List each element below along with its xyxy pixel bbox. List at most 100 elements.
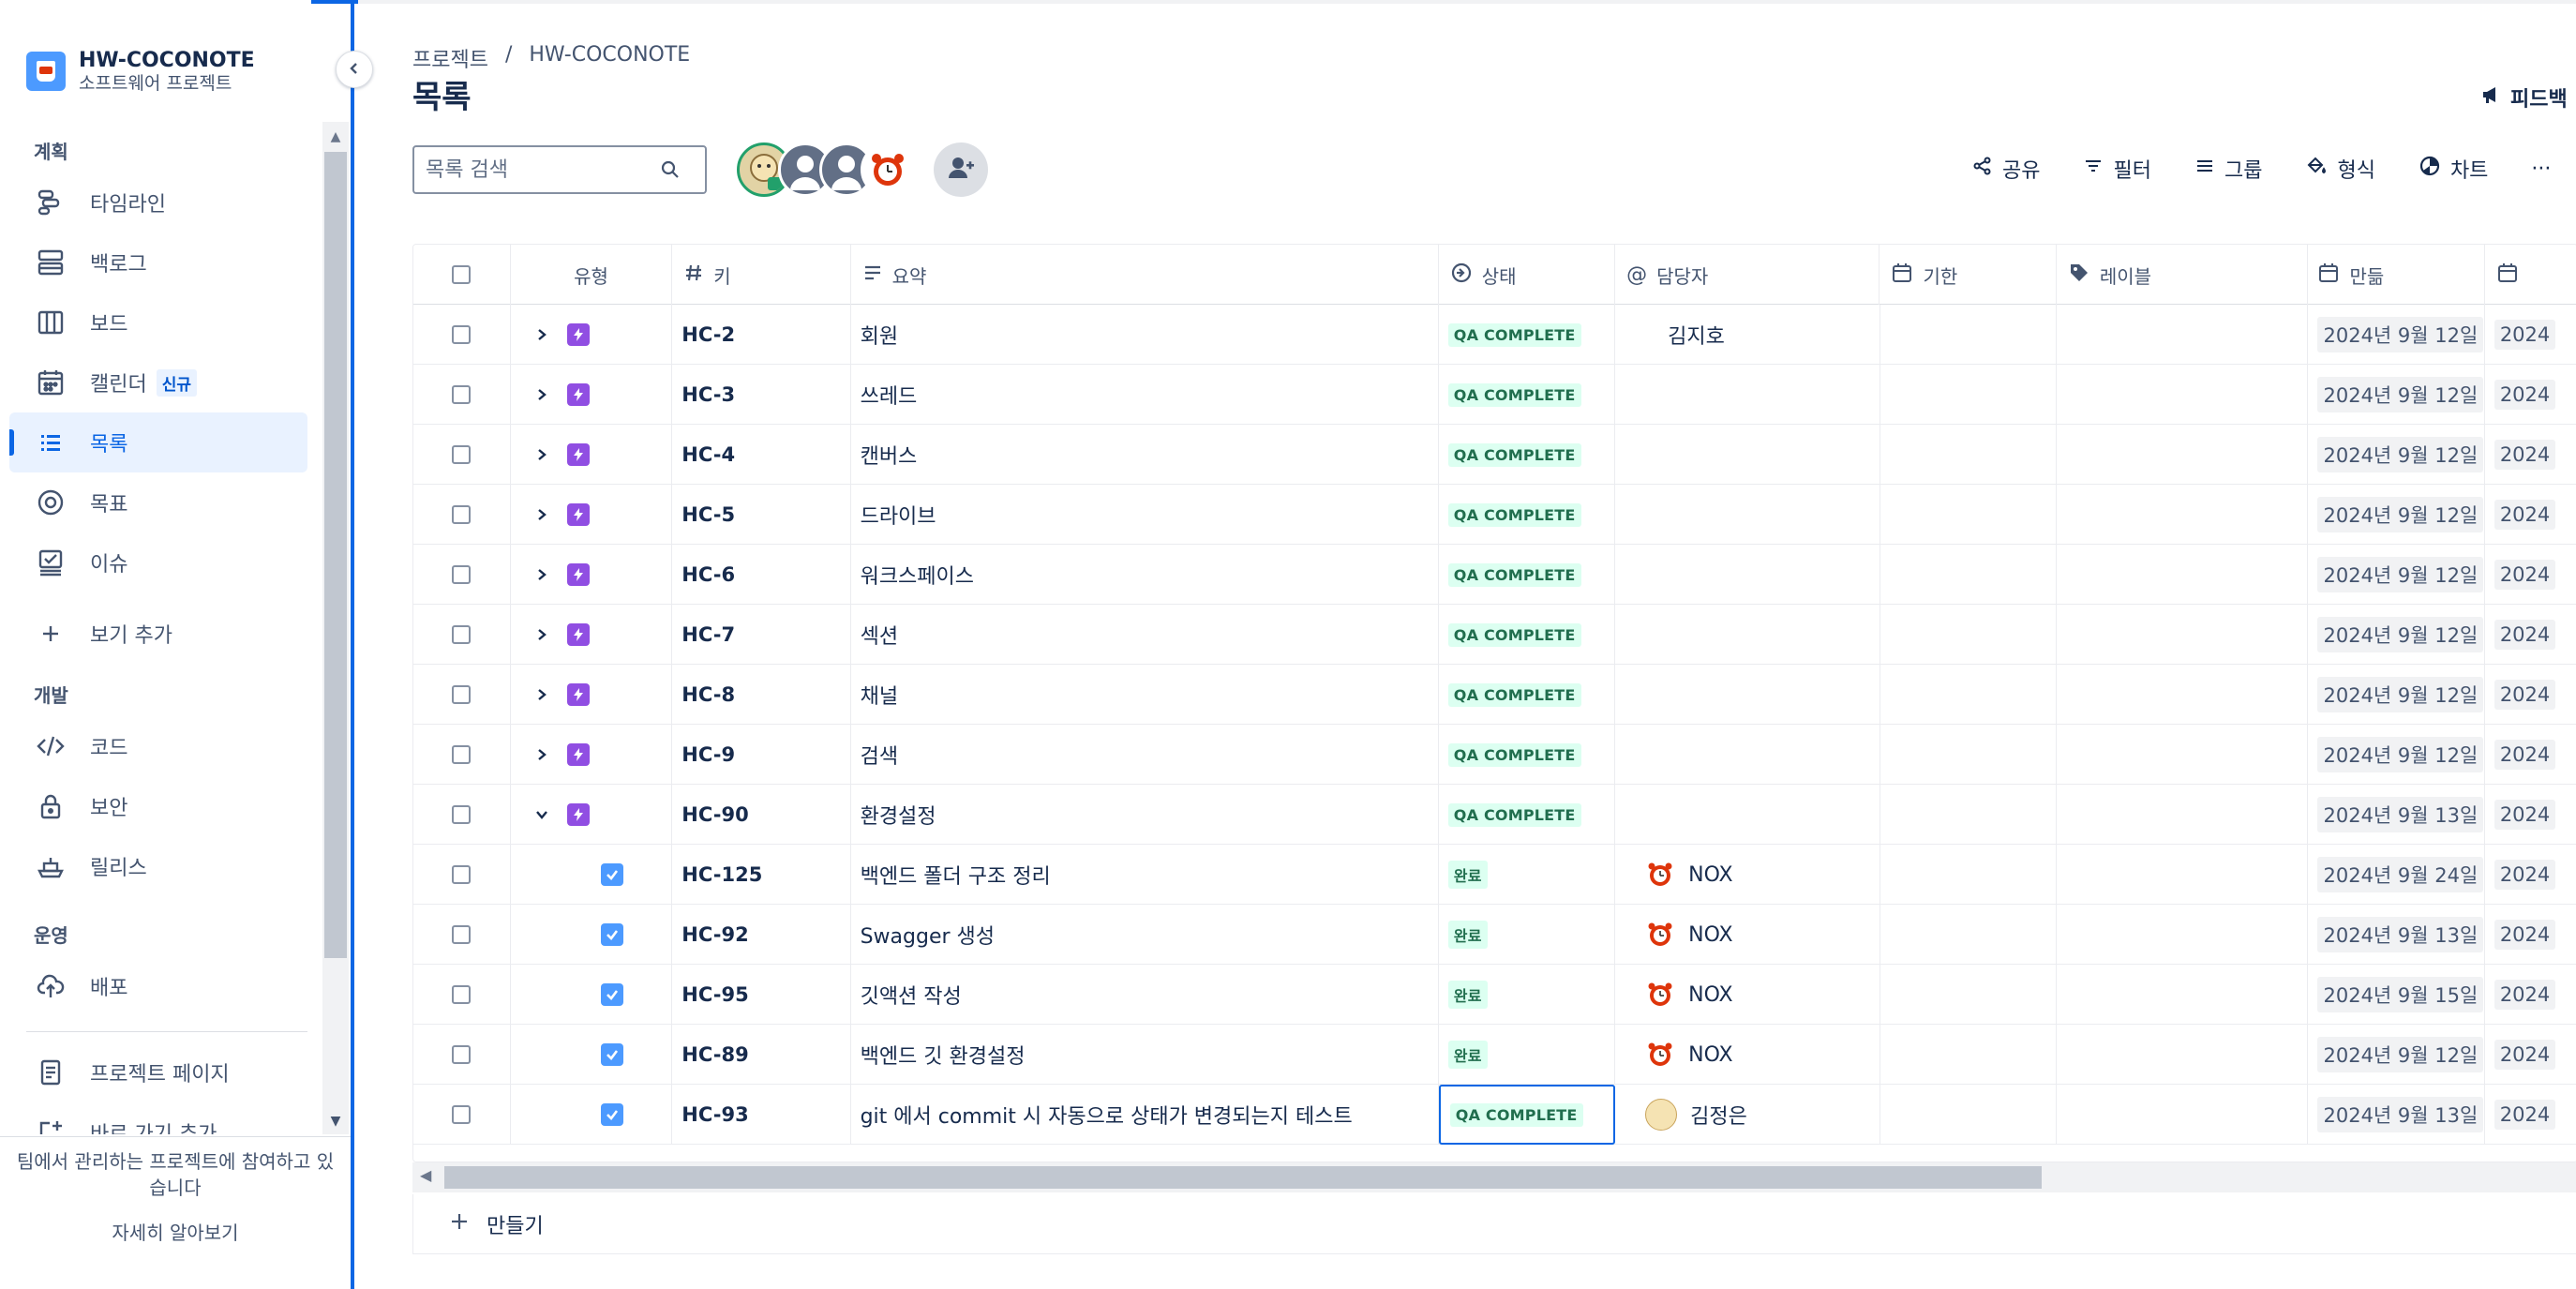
assignee-cell[interactable] (1615, 425, 1880, 485)
labels-cell[interactable] (2057, 785, 2309, 845)
table-row[interactable]: HC-125 백엔드 폴더 구조 정리 완료 NOX 2024년 9월 24일 … (413, 845, 2576, 905)
due-cell[interactable] (1880, 905, 2057, 965)
summary-cell[interactable]: 백엔드 폴더 구조 정리 (851, 845, 1439, 905)
issue-key[interactable]: HC-8 (672, 665, 851, 725)
chevron-right-icon[interactable] (528, 501, 556, 529)
header-key[interactable]: 키 (672, 245, 851, 305)
labels-cell[interactable] (2057, 365, 2309, 425)
avatar[interactable] (861, 142, 915, 197)
issue-key[interactable]: HC-95 (672, 965, 851, 1025)
assignee-cell[interactable] (1615, 605, 1880, 665)
due-cell[interactable] (1880, 965, 2057, 1025)
assignee-cell[interactable]: NOX (1615, 965, 1880, 1025)
sidebar-item-board[interactable]: 보드 (9, 292, 307, 352)
status-cell[interactable]: QA COMPLETE (1439, 425, 1616, 485)
summary-cell[interactable]: 드라이브 (851, 485, 1439, 545)
due-cell[interactable] (1880, 365, 2057, 425)
sidebar-item-add-view[interactable]: 보기 추가 (9, 604, 307, 664)
row-checkbox[interactable] (452, 445, 472, 464)
select-all-checkbox[interactable] (452, 265, 472, 284)
issue-key[interactable]: HC-93 (672, 1085, 851, 1145)
issue-key[interactable]: HC-2 (672, 305, 851, 365)
sidebar-item-deploy[interactable]: 배포 (9, 956, 307, 1016)
row-checkbox[interactable] (452, 625, 472, 644)
sidebar-item-issues[interactable]: 이슈 (9, 532, 307, 592)
scroll-up-icon[interactable]: ▲ (324, 126, 347, 148)
header-labels[interactable]: 레이블 (2057, 245, 2309, 305)
breadcrumb-projects[interactable]: 프로젝트 (412, 43, 488, 73)
labels-cell[interactable] (2057, 1085, 2309, 1145)
table-row[interactable]: HC-9 검색 QA COMPLETE 2024년 9월 12일 2024 (413, 725, 2576, 785)
status-cell[interactable]: 완료 (1439, 965, 1616, 1025)
labels-cell[interactable] (2057, 845, 2309, 905)
assignee-cell[interactable]: NOX (1615, 905, 1880, 965)
table-row[interactable]: HC-2 회원 QA COMPLETE 김지호 2024년 9월 12일 202… (413, 305, 2576, 365)
search-input[interactable] (426, 157, 660, 182)
summary-cell[interactable]: 채널 (851, 665, 1439, 725)
labels-cell[interactable] (2057, 665, 2309, 725)
scroll-down-icon[interactable]: ▼ (324, 1110, 347, 1132)
labels-cell[interactable] (2057, 905, 2309, 965)
table-row[interactable]: HC-93 git 에서 commit 시 자동으로 상태가 변경되는지 테스트… (413, 1085, 2576, 1145)
header-type[interactable]: 유형 (511, 245, 673, 305)
assignee-cell[interactable] (1615, 725, 1880, 785)
create-issue-button[interactable]: 만들기 (412, 1194, 2576, 1254)
sidebar-item-add-shortcut[interactable]: 바로 가기 추가 (9, 1102, 307, 1134)
issue-key[interactable]: HC-6 (672, 545, 851, 605)
row-checkbox[interactable] (452, 505, 472, 524)
header-assignee[interactable]: @ 담당자 (1615, 245, 1880, 305)
due-cell[interactable] (1880, 545, 2057, 605)
header-summary[interactable]: 요약 (851, 245, 1439, 305)
table-row[interactable]: HC-90 환경설정 QA COMPLETE 2024년 9월 13일 2024 (413, 785, 2576, 845)
due-cell[interactable] (1880, 725, 2057, 785)
add-people-button[interactable] (934, 142, 988, 197)
status-cell[interactable]: QA COMPLETE (1439, 665, 1616, 725)
status-cell[interactable]: QA COMPLETE (1439, 545, 1616, 605)
issue-key[interactable]: HC-92 (672, 905, 851, 965)
summary-cell[interactable]: Swagger 생성 (851, 905, 1439, 965)
labels-cell[interactable] (2057, 305, 2309, 365)
issue-key[interactable]: HC-7 (672, 605, 851, 665)
due-cell[interactable] (1880, 485, 2057, 545)
labels-cell[interactable] (2057, 425, 2309, 485)
due-cell[interactable] (1880, 425, 2057, 485)
status-cell[interactable]: QA COMPLETE (1439, 785, 1616, 845)
row-checkbox[interactable] (452, 1045, 472, 1064)
table-row[interactable]: HC-7 섹션 QA COMPLETE 2024년 9월 12일 2024 (413, 605, 2576, 665)
row-checkbox[interactable] (452, 925, 472, 944)
status-cell[interactable]: QA COMPLETE (1439, 485, 1616, 545)
row-checkbox[interactable] (452, 385, 472, 404)
assignee-cell[interactable] (1615, 485, 1880, 545)
chevron-right-icon[interactable] (528, 681, 556, 709)
table-row[interactable]: HC-3 쓰레드 QA COMPLETE 2024년 9월 12일 2024 (413, 365, 2576, 425)
status-cell[interactable]: 완료 (1439, 905, 1616, 965)
summary-cell[interactable]: 회원 (851, 305, 1439, 365)
horizontal-scrollbar[interactable]: ◀ (412, 1162, 2576, 1192)
sidebar-item-releases[interactable]: 릴리스 (9, 836, 307, 896)
due-cell[interactable] (1880, 845, 2057, 905)
sidebar-item-calendar[interactable]: 캘린더 신규 (9, 352, 307, 412)
row-checkbox[interactable] (452, 745, 472, 764)
share-button[interactable]: 공유 (1972, 154, 2040, 184)
header-due[interactable]: 기한 (1880, 245, 2057, 305)
group-button[interactable]: 그룹 (2194, 154, 2262, 184)
sidebar-item-timeline[interactable]: 타임라인 (9, 172, 307, 232)
due-cell[interactable] (1880, 605, 2057, 665)
header-status[interactable]: 상태 (1439, 245, 1616, 305)
collapse-sidebar-button[interactable] (336, 51, 373, 88)
issue-key[interactable]: HC-5 (672, 485, 851, 545)
table-row[interactable]: HC-4 캔버스 QA COMPLETE 2024년 9월 12일 2024 (413, 425, 2576, 485)
labels-cell[interactable] (2057, 545, 2309, 605)
sidebar-item-project-pages[interactable]: 프로젝트 페이지 (9, 1042, 307, 1102)
table-row[interactable]: HC-6 워크스페이스 QA COMPLETE 2024년 9월 12일 202… (413, 545, 2576, 605)
issue-key[interactable]: HC-125 (672, 845, 851, 905)
sidebar-scrollbar-thumb[interactable] (324, 152, 347, 958)
issue-key[interactable]: HC-4 (672, 425, 851, 485)
sidebar-item-backlog[interactable]: 백로그 (9, 232, 307, 292)
summary-cell[interactable]: 워크스페이스 (851, 545, 1439, 605)
sidebar-item-code[interactable]: 코드 (9, 716, 307, 776)
labels-cell[interactable] (2057, 1025, 2309, 1085)
row-checkbox[interactable] (452, 985, 472, 1004)
assignee-cell[interactable]: 김지호 (1615, 305, 1880, 365)
horizontal-scrollbar-thumb[interactable] (444, 1166, 2042, 1189)
